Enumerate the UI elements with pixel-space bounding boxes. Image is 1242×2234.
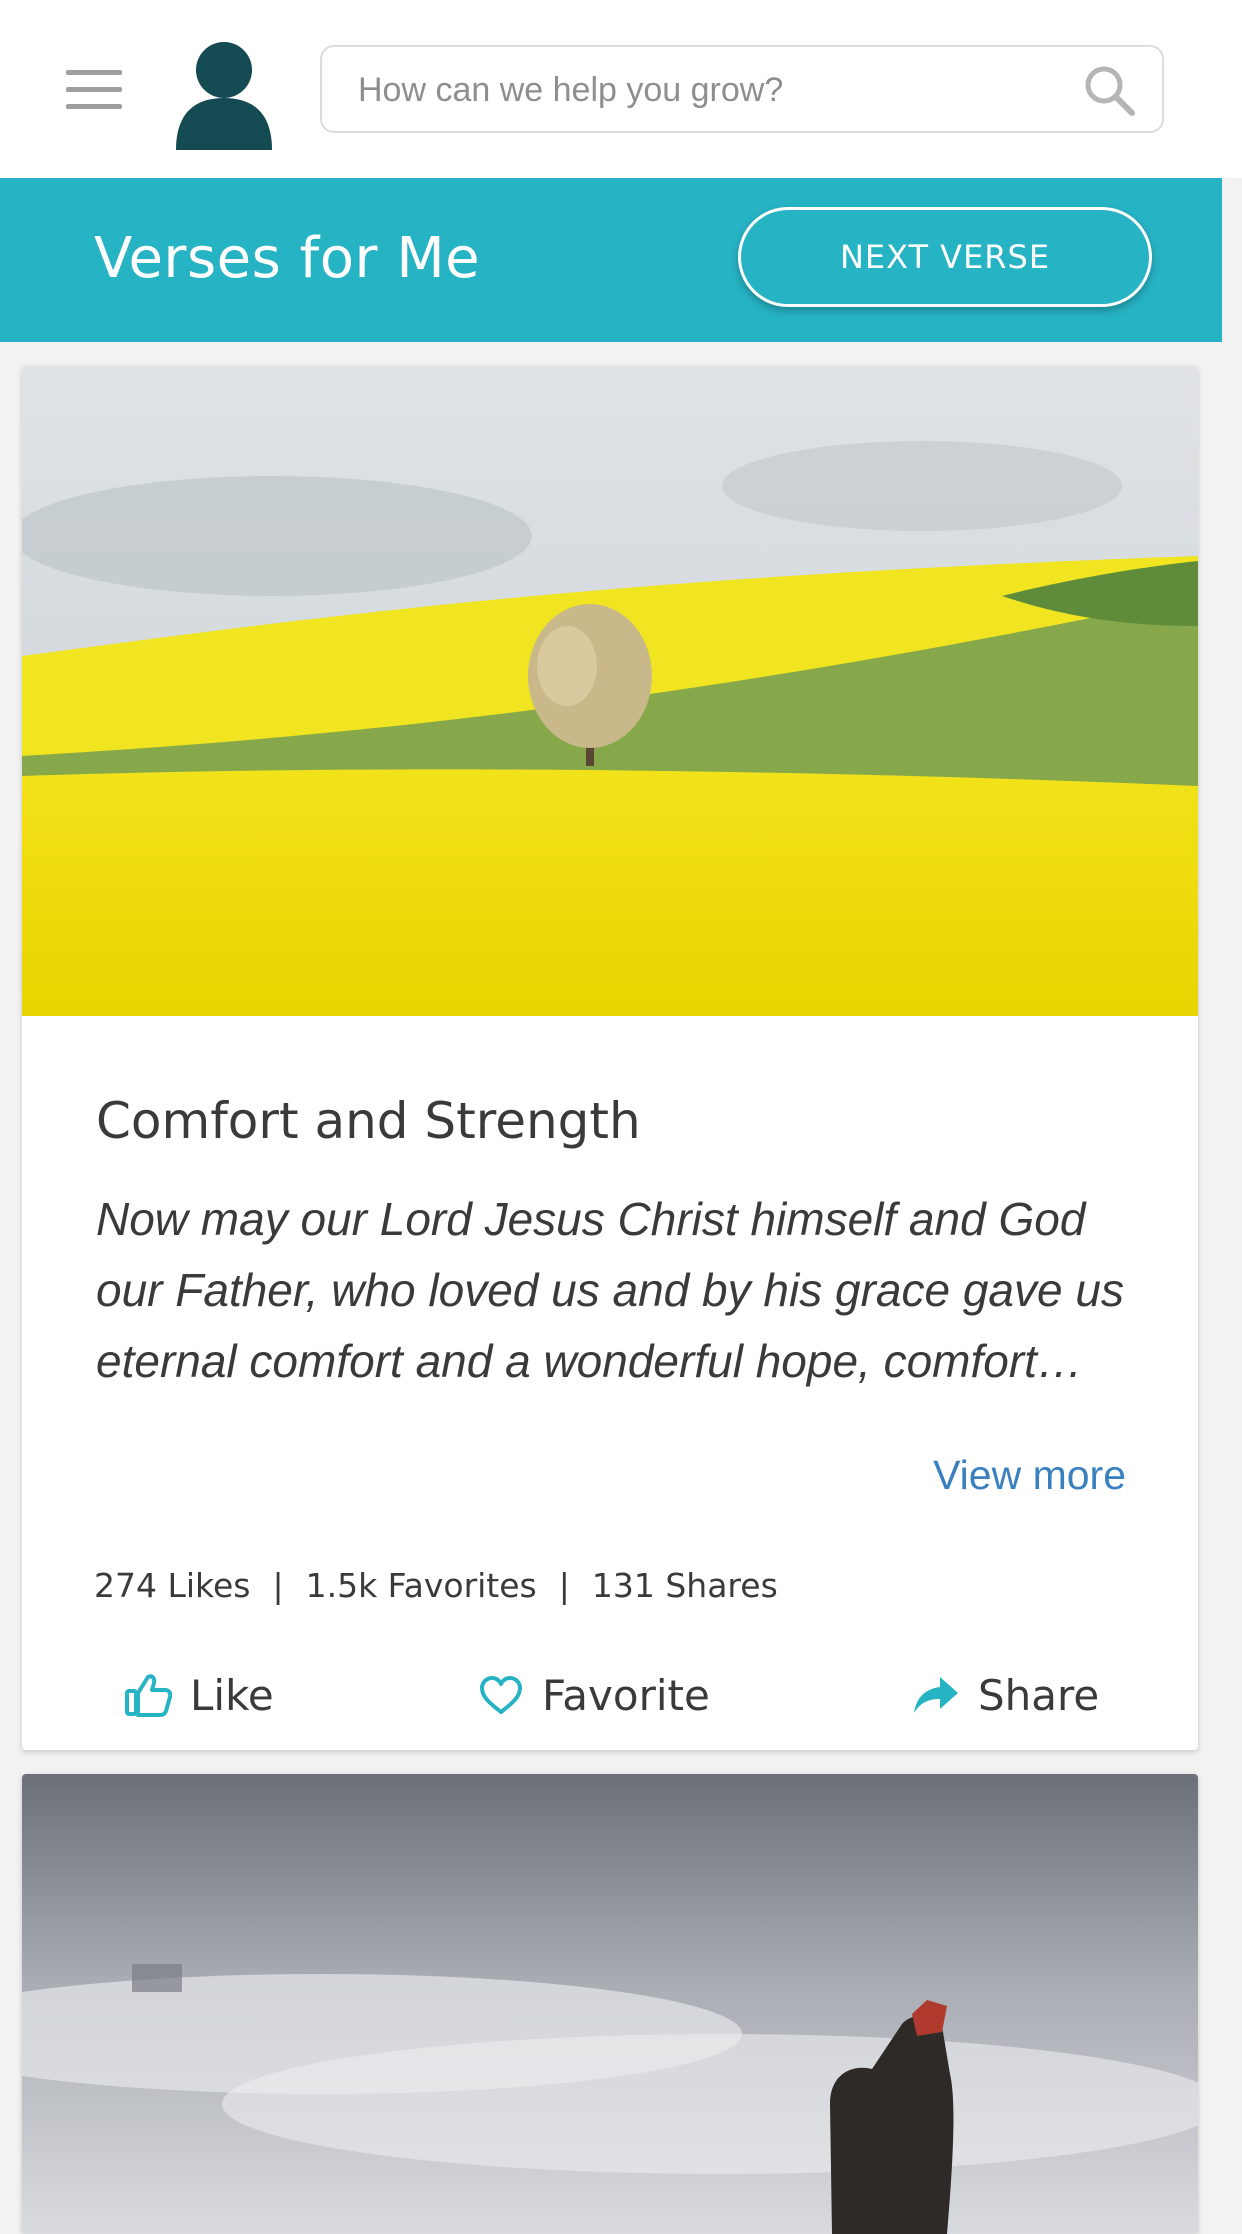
thumbs-up-icon — [125, 1674, 172, 1717]
engagement-stats: 274 Likes | 1.5k Favorites | 131 Shares — [94, 1566, 778, 1605]
share-arrow-icon — [914, 1677, 958, 1713]
top-bar — [0, 0, 1242, 178]
share-button[interactable]: Share — [912, 1652, 1099, 1738]
verse-text: Now may our Lord Jesus Christ himself an… — [96, 1193, 1124, 1387]
search-box — [320, 45, 1164, 133]
favorite-label: Favorite — [542, 1670, 710, 1720]
verse-card: Comfort and Strength Now may our Lord Je… — [22, 366, 1198, 1750]
next-verse-button[interactable]: NEXT VERSE — [738, 207, 1152, 307]
stats-separator: | — [272, 1566, 284, 1605]
page-title: Verses for Me — [94, 226, 481, 291]
view-more-link[interactable]: View more — [933, 1452, 1126, 1499]
heart-icon — [480, 1676, 522, 1714]
avatar-icon[interactable] — [172, 38, 276, 150]
field-image — [22, 366, 1198, 1016]
card-actions: Like Favorite Share — [22, 1652, 1198, 1738]
shares-count: 131 Shares — [591, 1566, 778, 1605]
like-button[interactable]: Like — [124, 1652, 274, 1738]
likes-count: 274 Likes — [94, 1566, 251, 1605]
like-label: Like — [190, 1670, 274, 1720]
menu-icon[interactable] — [66, 70, 122, 110]
share-label: Share — [978, 1670, 1100, 1720]
favorite-button[interactable]: Favorite — [478, 1652, 710, 1738]
stats-separator: | — [558, 1566, 570, 1605]
search-input[interactable] — [356, 47, 1060, 133]
mountain-hiker-image — [22, 1774, 1198, 2234]
verse-title: Comfort and Strength — [96, 1092, 641, 1150]
search-icon[interactable] — [1082, 63, 1136, 117]
verse-card — [22, 1774, 1198, 2234]
header-band: Verses for Me NEXT VERSE — [0, 178, 1222, 342]
favorites-count: 1.5k Favorites — [305, 1566, 537, 1605]
